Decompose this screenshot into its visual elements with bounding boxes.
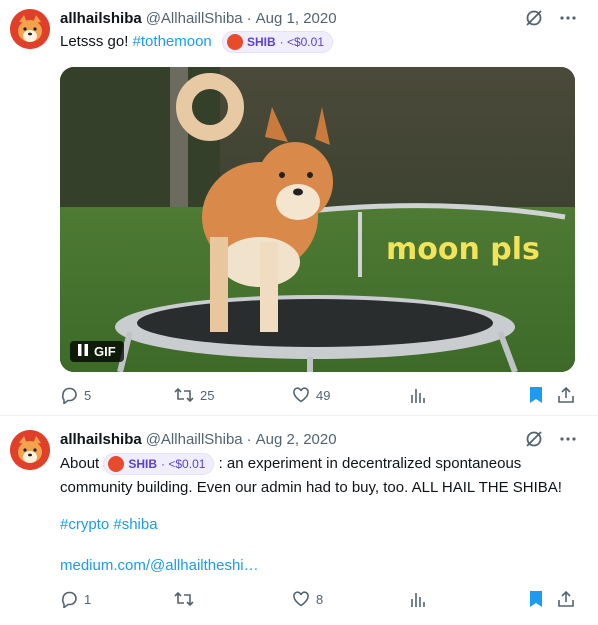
gif-label: GIF	[94, 344, 116, 359]
pause-icon	[78, 344, 88, 359]
external-link[interactable]: medium.com/@allhailtheshi…	[60, 557, 259, 574]
retweet-button[interactable]	[174, 590, 200, 608]
gif-media[interactable]: moon pls GIF	[60, 67, 575, 372]
retweet-icon	[174, 590, 194, 608]
like-button[interactable]: 49	[292, 386, 330, 404]
retweet-icon	[174, 386, 194, 404]
cashtag-symbol: SHIB	[128, 457, 158, 472]
hashtags-line: #crypto #shiba	[60, 514, 578, 536]
views-chart-icon	[410, 590, 426, 608]
hashtag-link[interactable]: #tothemoon	[133, 33, 212, 50]
views-chart-icon	[410, 386, 426, 404]
share-icon	[557, 386, 575, 404]
reply-count: 1	[84, 591, 92, 607]
tweet-date[interactable]: Aug 1, 2020	[256, 10, 337, 27]
bookmark-icon	[528, 386, 544, 404]
share-button[interactable]	[557, 590, 575, 608]
bookmark-button[interactable]	[528, 590, 544, 608]
author-handle[interactable]: @AllhaillShiba	[146, 10, 243, 27]
like-count: 49	[316, 387, 331, 403]
retweet-count: 25	[200, 387, 215, 403]
tweet-date[interactable]: Aug 2, 2020	[256, 431, 337, 448]
hashtag-links[interactable]: #crypto #shiba	[60, 516, 158, 533]
bookmark-button[interactable]	[528, 386, 544, 404]
reply-icon	[60, 386, 78, 404]
more-dots-icon[interactable]	[558, 8, 578, 28]
shib-coin-icon	[226, 34, 243, 51]
views-button[interactable]	[410, 590, 426, 608]
link-line: medium.com/@allhailtheshi…	[60, 555, 578, 577]
reply-button[interactable]: 1	[60, 590, 91, 608]
reply-count: 5	[84, 387, 92, 403]
cashtag-price: · <$0.01	[161, 457, 206, 472]
cashtag-price: · <$0.01	[279, 35, 324, 50]
retweet-button[interactable]: 25	[174, 386, 214, 404]
tweet-top-actions	[524, 8, 578, 28]
tweet[interactable]: allhailshiba @AllhaillShiba · Aug 2, 202…	[0, 417, 598, 625]
text-before: About	[60, 455, 104, 472]
tweet-actions: 5 25 49	[60, 386, 578, 406]
tweet-top-actions	[524, 429, 578, 449]
bookmark-icon	[528, 590, 544, 608]
grok-slash-icon[interactable]	[524, 429, 544, 449]
cashtag-chip[interactable]: SHIB · <$0.01	[221, 31, 333, 54]
shib-coin-icon	[108, 456, 125, 473]
share-button[interactable]	[557, 386, 575, 404]
author-name[interactable]: allhailshiba	[60, 10, 142, 27]
text-start: Letsss go!	[60, 33, 133, 50]
like-button[interactable]: 8	[292, 590, 323, 608]
separator: ·	[246, 430, 252, 448]
author-name[interactable]: allhailshiba	[60, 431, 142, 448]
avatar[interactable]	[10, 430, 50, 470]
cashtag-chip[interactable]: SHIB · <$0.01	[103, 453, 215, 476]
tweet-text: Letsss go! #tothemoon SHIB · <$0.01	[60, 31, 578, 54]
heart-icon	[292, 386, 310, 404]
grok-slash-icon[interactable]	[524, 8, 544, 28]
gif-caption: moon pls	[386, 232, 540, 267]
cashtag-symbol: SHIB	[246, 35, 276, 50]
reply-icon	[60, 590, 78, 608]
separator: ·	[246, 9, 252, 27]
gif-badge[interactable]: GIF	[70, 341, 124, 362]
share-icon	[557, 590, 575, 608]
tweet-header: allhailshiba @AllhaillShiba · Aug 1, 202…	[60, 8, 337, 28]
views-button[interactable]	[410, 386, 426, 404]
tweet[interactable]: allhailshiba @AllhaillShiba · Aug 1, 202…	[0, 0, 598, 416]
avatar[interactable]	[10, 9, 50, 49]
heart-icon	[292, 590, 310, 608]
author-handle[interactable]: @AllhaillShiba	[146, 431, 243, 448]
more-dots-icon[interactable]	[558, 429, 578, 449]
like-count: 8	[316, 591, 324, 607]
reply-button[interactable]: 5	[60, 386, 91, 404]
tweet-actions: 1 8	[60, 590, 578, 610]
tweet-header: allhailshiba @AllhaillShiba · Aug 2, 202…	[60, 429, 337, 449]
tweet-text: About SHIB · <$0.01 : an experiment in d…	[60, 452, 578, 500]
gif-frame-image: moon pls	[60, 67, 575, 372]
